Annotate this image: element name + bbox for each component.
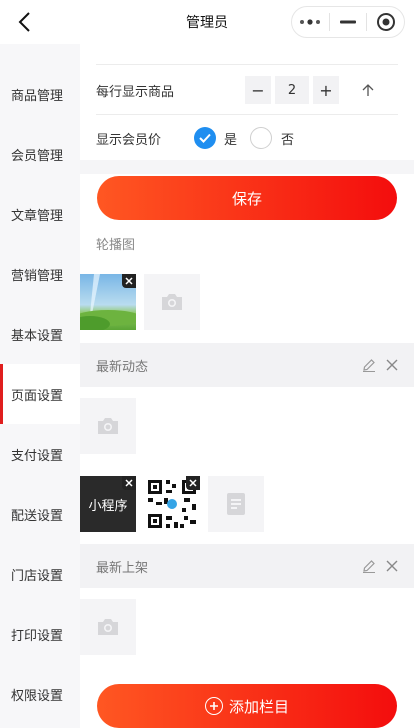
move-up-button[interactable]	[358, 80, 378, 100]
sidebar-item-permission-settings[interactable]: 权限设置	[0, 666, 80, 722]
add-carousel-image[interactable]	[144, 274, 200, 330]
sidebar-item-store-settings[interactable]: 门店设置	[0, 546, 80, 602]
save-button[interactable]: 保存	[97, 176, 397, 220]
section-title: 最新上架	[96, 561, 149, 576]
quantity-stepper: − 2 +	[245, 76, 339, 104]
pencil-icon	[363, 359, 375, 372]
camera-icon	[98, 418, 118, 434]
sidebar-item-label: 商品管理	[11, 88, 64, 104]
section-header-latest-news: 最新动态	[80, 343, 414, 387]
main-content: 每行显示商品 − 2 + 显示会员价 是 否 保存 轮播图 最新动态 小程序 最…	[80, 44, 414, 728]
sidebar-item-label: 页面设置	[11, 388, 64, 404]
minimize-icon	[340, 20, 356, 24]
delete-section-button[interactable]	[383, 557, 401, 575]
per-row-setting: 每行显示商品	[80, 66, 398, 114]
add-column-label: 添加栏目	[228, 697, 289, 716]
delete-section-button[interactable]	[383, 356, 401, 374]
camera-icon	[162, 294, 182, 310]
sidebar-item-label: 基本设置	[11, 328, 64, 344]
edit-button[interactable]	[361, 558, 377, 574]
close-icon	[125, 479, 133, 487]
miniprogram-label: 小程序	[88, 498, 128, 514]
qr-code-thumb[interactable]	[144, 476, 200, 532]
sidebar-item-payment-settings[interactable]: 支付设置	[0, 426, 80, 482]
more-dots-icon	[300, 19, 321, 25]
radio-no[interactable]	[250, 127, 272, 149]
increment-button[interactable]: +	[313, 76, 339, 104]
sidebar-item-basic-settings[interactable]: 基本设置	[0, 306, 80, 362]
quantity-value[interactable]: 2	[275, 76, 309, 104]
sidebar-item-label: 支付设置	[11, 448, 64, 464]
sidebar-item-label: 门店设置	[11, 568, 64, 584]
radio-yes-label: 是	[224, 133, 238, 148]
mini-program-capsule	[291, 6, 405, 38]
camera-icon	[98, 619, 118, 635]
member-price-setting: 显示会员价	[80, 114, 398, 162]
sidebar-item-members[interactable]: 会员管理	[0, 126, 80, 182]
radio-yes[interactable]	[194, 127, 216, 149]
more-button[interactable]	[292, 7, 329, 37]
sidebar-item-label: 文章管理	[11, 208, 64, 224]
close-icon	[125, 277, 133, 285]
add-column-button[interactable]: 添加栏目	[97, 684, 397, 728]
remove-image-button[interactable]	[186, 476, 200, 490]
sidebar-item-articles[interactable]: 文章管理	[0, 186, 80, 242]
radio-no-label: 否	[281, 133, 295, 148]
section-separator	[80, 160, 414, 174]
pencil-icon	[363, 560, 375, 573]
close-icon	[189, 479, 197, 487]
per-row-label: 每行显示商品	[96, 84, 175, 100]
remove-image-button[interactable]	[122, 476, 136, 490]
carousel-image-thumb[interactable]	[80, 274, 136, 330]
section-header-new-arrivals: 最新上架	[80, 544, 414, 588]
row-divider	[96, 64, 398, 65]
record-target-icon	[376, 13, 395, 31]
decrement-button[interactable]: −	[245, 76, 271, 104]
sidebar-item-label: 打印设置	[11, 628, 64, 644]
sidebar-item-print-settings[interactable]: 打印设置	[0, 606, 80, 662]
document-icon	[227, 493, 245, 515]
check-icon	[199, 133, 211, 143]
member-price-label: 显示会员价	[96, 132, 162, 148]
miniprogram-thumb[interactable]: 小程序	[80, 476, 136, 532]
section-title: 最新动态	[96, 360, 149, 375]
close-icon	[386, 560, 398, 572]
sidebar-item-label: 会员管理	[11, 148, 64, 164]
add-product-image[interactable]	[80, 599, 136, 655]
sidebar-item-delivery-settings[interactable]: 配送设置	[0, 486, 80, 542]
sidebar-item-marketing[interactable]: 营销管理	[0, 246, 80, 302]
close-icon	[386, 359, 398, 371]
plus-circle-icon	[204, 697, 223, 715]
sidebar-item-label: 配送设置	[11, 508, 64, 524]
minimize-button[interactable]	[330, 7, 367, 37]
top-navbar: 管理员	[0, 0, 414, 44]
remove-image-button[interactable]	[122, 274, 136, 288]
add-article-item[interactable]	[208, 476, 264, 532]
sidebar-item-page-settings[interactable]: 页面设置	[0, 364, 80, 424]
edit-button[interactable]	[361, 357, 377, 373]
sidebar-item-label: 营销管理	[11, 268, 64, 284]
add-news-image[interactable]	[80, 398, 136, 454]
sidebar-item-goods[interactable]: 商品管理	[0, 66, 80, 122]
sidebar: 商品管理 会员管理 文章管理 营销管理 基本设置 页面设置 支付设置 配送设置 …	[0, 44, 80, 728]
close-miniprogram-button[interactable]	[367, 7, 404, 37]
carousel-title: 轮播图	[96, 238, 136, 253]
sidebar-item-label: 权限设置	[11, 688, 64, 704]
arrow-up-icon	[362, 84, 374, 96]
